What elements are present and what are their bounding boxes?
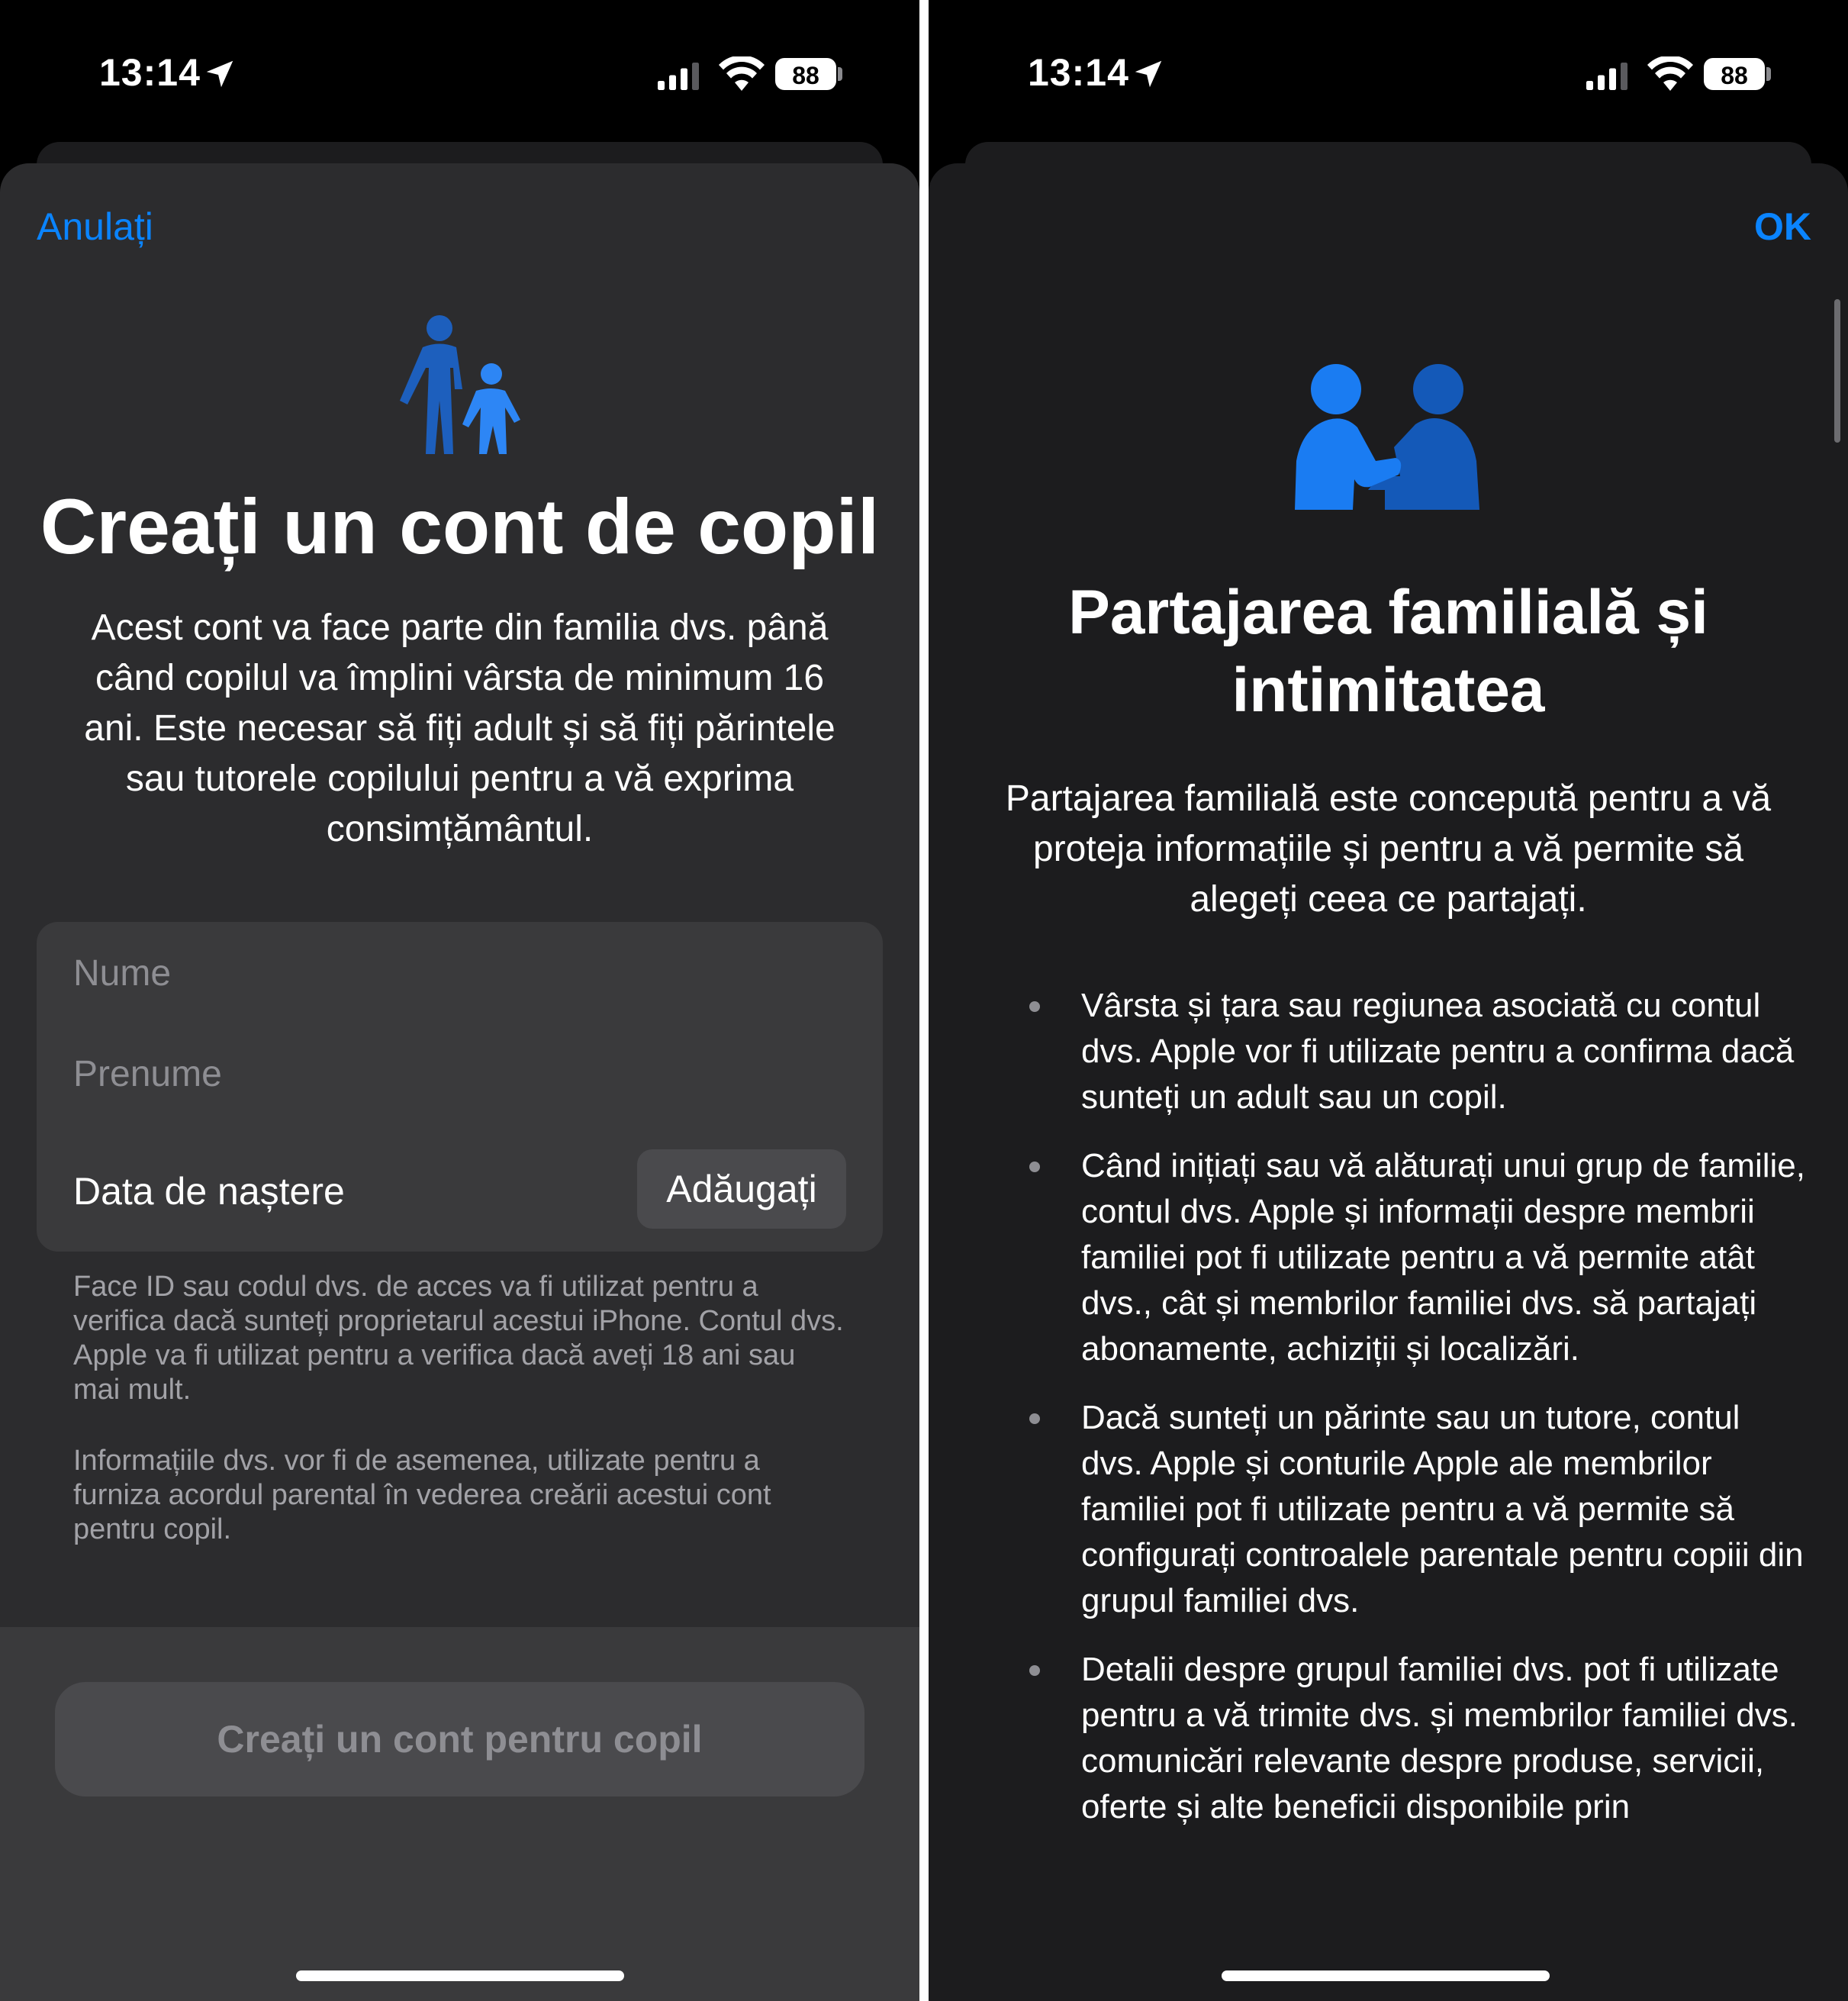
name-field[interactable]: Nume [73,952,171,994]
bullet-dot [1029,1413,1040,1424]
list-item: Dacă sunteți un părinte sau un tutore, c… [929,1395,1848,1624]
add-birthdate-button[interactable]: Adăugați [637,1149,846,1229]
page-description: Partajarea familială este concepută pent… [1005,778,1772,920]
battery-indicator: 88 [1704,58,1765,90]
cancel-button[interactable]: Anulați [37,205,153,249]
page-description: Acest cont va face parte din familia dvs… [84,607,835,849]
privacy-bullet-list: Vârsta și țara sau regiunea asociată cu … [929,983,1848,1853]
page-title: Partajarea familială și intimitatea [1068,578,1708,725]
wifi-icon [1647,56,1693,91]
battery-cap [1766,67,1771,81]
battery-indicator: 88 [775,58,836,90]
location-arrow-icon [1135,60,1162,88]
bullet-dot [1029,1001,1040,1012]
status-time: 13:14 [99,51,201,94]
parent-child-icon [400,315,520,454]
cellular-signal-icon [658,63,699,90]
bullet-text: Când inițiați sau vă alăturați unui grup… [1081,1147,1805,1368]
cellular-signal-icon [1586,63,1627,90]
verification-note: Face ID sau codul dvs. de acces va fi ut… [73,1271,844,1406]
bullet-dot [1029,1665,1040,1676]
location-arrow-icon [206,60,233,88]
surname-field[interactable]: Prenume [73,1053,222,1095]
home-indicator [1222,1970,1550,1981]
home-indicator [296,1970,624,1981]
left-screen: 13:14 88 Anulați Creați un cont de copil… [0,0,919,2001]
bullet-text: Vârsta și țara sau regiunea asociată cu … [1081,987,1795,1116]
list-item: Când inițiați sau vă alăturați unui grup… [929,1143,1848,1372]
bullet-dot [1029,1162,1040,1172]
scrollbar[interactable] [1834,299,1840,443]
battery-level: 88 [1721,62,1748,89]
bullet-text: Detalii despre grupul familiei dvs. pot … [1081,1651,1798,1825]
wifi-icon [719,56,765,91]
birthdate-label: Data de naștere [73,1170,345,1213]
status-bar: 13:14 88 [0,0,919,145]
battery-level: 88 [792,62,819,89]
list-item: Detalii despre grupul familiei dvs. pot … [929,1647,1848,1830]
page-title: Creați un cont de copil [40,483,880,570]
status-time: 13:14 [1028,51,1129,94]
bullet-text: Dacă sunteți un părinte sau un tutore, c… [1081,1399,1804,1619]
right-screen: 13:14 88 OK Partajarea familială și inti… [929,0,1848,2001]
battery-cap [838,67,842,81]
family-handshake-icon [1295,364,1479,510]
status-bar: 13:14 88 [929,0,1848,145]
child-info-form: Nume Prenume Data de naștere Adăugați [37,922,883,1252]
create-child-account-button[interactable]: Creați un cont pentru copil [55,1682,864,1796]
ok-button[interactable]: OK [1754,205,1811,249]
list-item: Vârsta și țara sau regiunea asociată cu … [929,983,1848,1120]
consent-note: Informațiile dvs. vor fi de asemenea, ut… [73,1445,771,1545]
